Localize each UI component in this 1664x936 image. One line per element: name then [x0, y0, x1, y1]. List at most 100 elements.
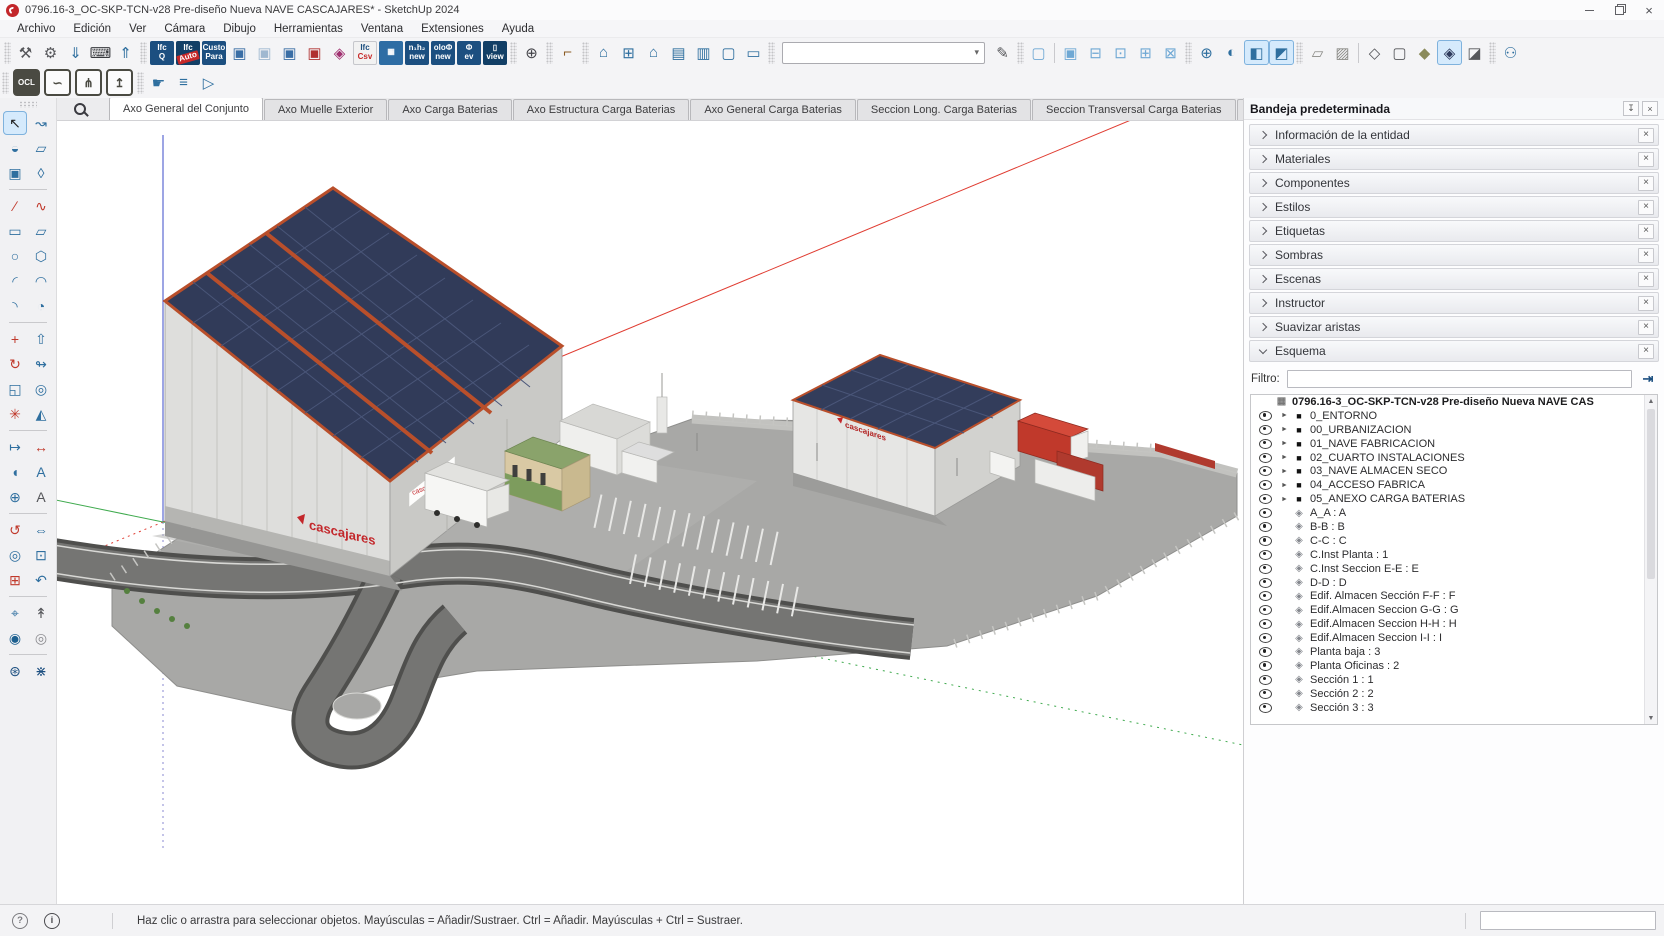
menu-ayuda[interactable]: Ayuda [493, 23, 543, 35]
close-icon[interactable]: × [1638, 296, 1654, 311]
home-view-icon[interactable]: ◩ [1269, 40, 1294, 65]
tape-measure-tool-icon[interactable]: ↦ [3, 435, 27, 459]
solid-split-icon[interactable]: ⊠ [1158, 40, 1183, 65]
walk-tool-icon[interactable]: ↟ [29, 601, 53, 625]
filter-input[interactable] [1287, 370, 1632, 388]
three-point-arc-tool-icon[interactable]: ◝ [3, 294, 27, 318]
expand-arrow-icon[interactable]: ► [1279, 468, 1290, 475]
report-list-icon[interactable]: ≡ [171, 70, 196, 95]
menu-camara[interactable]: Cámara [155, 23, 214, 35]
eye-outline-icon[interactable]: ◎ [29, 626, 53, 650]
sphere-paint-icon[interactable]: ◐ [1219, 40, 1244, 65]
palette-drag-handle[interactable] [19, 101, 37, 108]
visibility-eye-icon[interactable] [1259, 619, 1272, 629]
measurements-input[interactable] [1480, 911, 1656, 930]
axes-star-icon[interactable]: ✳ [3, 402, 27, 426]
pipe-tool-icon[interactable]: ⌐ [555, 40, 580, 65]
bit-house-icon[interactable]: ⌂ [641, 40, 666, 65]
tray-close-icon[interactable]: × [1642, 101, 1658, 116]
bit-door-icon[interactable]: ▢ [716, 40, 741, 65]
ifc-cube-outline-icon[interactable]: ▣ [252, 40, 277, 65]
follow-me-tool-icon[interactable]: ↬ [29, 352, 53, 376]
offset-tool-icon[interactable]: ◎ [29, 377, 53, 401]
rotate-tool-icon[interactable]: ↻ [3, 352, 27, 376]
pin-icon[interactable]: ↧ [1623, 101, 1639, 116]
scene-tab-axo-general-carga-baterias[interactable]: Axo General Carga Baterias [690, 99, 856, 120]
expand-arrow-icon[interactable]: ► [1279, 440, 1290, 447]
tree-item-section[interactable]: ◈B-B : B [1251, 520, 1657, 534]
expand-arrow-icon[interactable]: ► [1279, 426, 1290, 433]
scene-tab-axo-general-del-conjunto[interactable]: Axo General del Conjunto [109, 98, 263, 120]
visibility-eye-icon[interactable] [1259, 591, 1272, 601]
expand-arrow-icon[interactable]: ► [1279, 482, 1290, 489]
bd-panel-icon[interactable]: ▷ [196, 70, 221, 95]
visibility-eye-icon[interactable] [1259, 578, 1272, 588]
expand-arrow-icon[interactable]: ► [1279, 454, 1290, 461]
visibility-eye-icon[interactable] [1259, 647, 1272, 657]
tree-item-section[interactable]: ◈Sección 1 : 1 [1251, 673, 1657, 687]
bit-window-icon[interactable]: ⊞ [616, 40, 641, 65]
face-camera-icon[interactable]: ◧ [1244, 40, 1269, 65]
scale-tool-icon[interactable]: ◱ [3, 377, 27, 401]
oci-export-icon[interactable]: ↥ [106, 69, 133, 96]
tree-item-section[interactable]: ◈Sección 3 : 3 [1251, 701, 1657, 715]
arc-tool-icon[interactable]: ◜ [3, 269, 27, 293]
ifc-csv-tile[interactable]: IfcCsv [353, 41, 377, 65]
zoom-extents-tool-icon[interactable]: ⊞ [3, 568, 27, 592]
ifc-q-tile[interactable]: IfcQ [150, 41, 174, 65]
move-tool-icon[interactable]: + [3, 327, 27, 351]
ifc-cube-blue-icon[interactable]: ▣ [227, 40, 252, 65]
tag-tool-icon[interactable]: ◊ [29, 161, 53, 185]
menu-archivo[interactable]: Archivo [8, 23, 64, 35]
select-tool-icon[interactable]: ↖ [3, 111, 27, 135]
pan-tool-icon[interactable]: ⇔ [29, 518, 53, 542]
tree-item-section[interactable]: ◈A_A : A [1251, 506, 1657, 520]
toolbar-combobox[interactable]: ▾ [782, 42, 985, 64]
close-icon[interactable]: × [1638, 344, 1654, 359]
tree-item-component[interactable]: ►■00_URBANIZACION [1251, 423, 1657, 437]
tray-section-estilos[interactable]: Estilos× [1249, 196, 1659, 218]
visibility-eye-icon[interactable] [1259, 564, 1272, 574]
zoom-tool-icon[interactable]: ◎ [3, 543, 27, 567]
polygon-tool-icon[interactable]: ⬡ [29, 244, 53, 268]
tree-item-section[interactable]: ◈Edif.Almacen Seccion G-G : G [1251, 603, 1657, 617]
scene-tab-axo-estructura-carga-baterias[interactable]: Axo Estructura Carga Baterias [513, 99, 690, 120]
tray-section-esquema[interactable]: Esquema × [1249, 340, 1659, 362]
menu-herramientas[interactable]: Herramientas [265, 23, 352, 35]
back-edges-style-icon[interactable]: ▨ [1330, 40, 1355, 65]
expand-arrow-icon[interactable]: ► [1279, 412, 1290, 419]
info-icon[interactable]: i [44, 913, 60, 929]
dimension-tool-icon[interactable]: ↔ [29, 435, 53, 459]
menu-edicion[interactable]: Edición [64, 23, 120, 35]
ifc-keyboard-icon[interactable]: ⌨ [88, 40, 113, 65]
close-icon[interactable]: × [1638, 248, 1654, 263]
components-tool-icon[interactable]: ▣ [3, 161, 27, 185]
line-tool-icon[interactable]: ∕ [3, 194, 27, 218]
ifc-auto-tile[interactable]: IfcAuto [176, 41, 200, 65]
push-pull-tool-icon[interactable]: ⇧ [29, 327, 53, 351]
tree-item-section[interactable]: ◈C.Inst Seccion E-E : E [1251, 562, 1657, 576]
section-plugin-icon[interactable]: ⋇ [29, 659, 53, 683]
tree-item-component[interactable]: ►■03_NAVE ALMACEN SECO [1251, 464, 1657, 478]
orbit-tool-icon[interactable]: ↺ [3, 518, 27, 542]
scroll-down-icon[interactable]: ▼ [1648, 712, 1655, 724]
ifc-export-icon[interactable]: ⇑ [113, 40, 138, 65]
visibility-eye-icon[interactable] [1259, 633, 1272, 643]
custo-para-tile[interactable]: CustoPara [202, 41, 226, 65]
bit-frame-icon[interactable]: ▭ [741, 40, 766, 65]
close-icon[interactable]: × [1638, 320, 1654, 335]
ifc-import-icon[interactable]: ⇓ [63, 40, 88, 65]
view-tile[interactable]: ▯view [483, 41, 507, 65]
tree-item-section[interactable]: ◈Planta baja : 3 [1251, 645, 1657, 659]
tray-section-suavizar-aristas[interactable]: Suavizar aristas× [1249, 316, 1659, 338]
scene-tab-seccion-transversal-carga-baterias[interactable]: Seccion Transversal Carga Baterias [1032, 99, 1235, 120]
bit-cabinet-icon[interactable]: ▤ [666, 40, 691, 65]
look-around-tool-icon[interactable]: ◉ [3, 626, 27, 650]
previous-view-tool-icon[interactable]: ↶ [29, 568, 53, 592]
text-tool-icon[interactable]: A [29, 460, 53, 484]
ifc-cube-red-icon[interactable]: ▣ [302, 40, 327, 65]
ifc-diamond-icon[interactable]: ◈ [327, 40, 352, 65]
tray-section-componentes[interactable]: Componentes× [1249, 172, 1659, 194]
scene-tab-axo-muelle-exterior[interactable]: Axo Muelle Exterior [264, 99, 387, 120]
tree-item-component[interactable]: ►■01_NAVE FABRICACION [1251, 437, 1657, 451]
